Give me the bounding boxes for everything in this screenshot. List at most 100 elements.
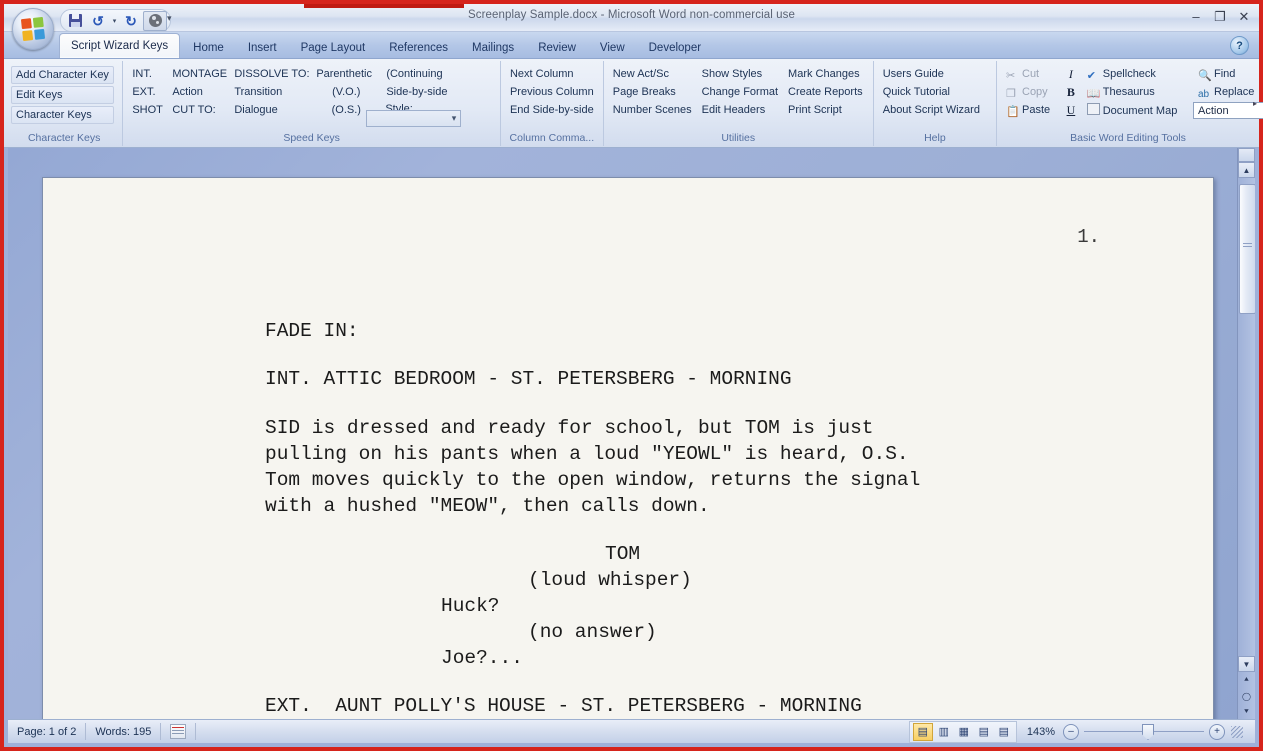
- button-int[interactable]: INT.: [127, 65, 167, 83]
- script-line-dialogue: Joe?...: [441, 647, 523, 669]
- button-create-reports[interactable]: Create Reports: [783, 83, 869, 101]
- button-voice-over[interactable]: (V.O.): [311, 83, 381, 101]
- button-users-guide[interactable]: Users Guide: [878, 65, 985, 83]
- group-label-speed-keys: Speed Keys: [283, 132, 340, 144]
- window-title: Screenplay Sample.docx - Microsoft Word …: [467, 9, 796, 21]
- document-text[interactable]: 1. FADE IN: INT. ATTIC BEDROOM - ST. PET…: [43, 178, 1213, 720]
- button-add-character-key[interactable]: Add Character Key: [11, 66, 114, 84]
- button-edit-headers[interactable]: Edit Headers: [697, 101, 783, 119]
- button-cut[interactable]: ✂ Cut: [1001, 65, 1060, 83]
- close-button[interactable]: ✕: [1235, 8, 1253, 24]
- next-page-button[interactable]: ⯆: [1238, 704, 1255, 720]
- script-line-parenthetical: (no answer): [528, 621, 657, 643]
- button-new-act-sc[interactable]: New Act/Sc: [608, 65, 697, 83]
- button-mark-changes[interactable]: Mark Changes: [783, 65, 869, 83]
- help-icon[interactable]: ?: [1230, 36, 1249, 55]
- zoom-in-button[interactable]: +: [1209, 723, 1225, 740]
- button-next-column[interactable]: Next Column: [505, 65, 599, 83]
- button-find[interactable]: 🔍 Find: [1193, 65, 1255, 83]
- button-end-side-by-side[interactable]: End Side-by-side: [505, 101, 599, 119]
- button-side-by-side[interactable]: Side-by-side: [381, 83, 481, 101]
- scroll-up-button[interactable]: ▲: [1238, 162, 1255, 178]
- button-change-format[interactable]: Change Format: [697, 83, 783, 101]
- button-about-script-wizard[interactable]: About Script Wizard: [878, 101, 985, 119]
- tab-references[interactable]: References: [378, 37, 459, 58]
- button-action[interactable]: Action: [167, 83, 229, 101]
- button-continuing[interactable]: (Continuing: [381, 65, 481, 83]
- button-number-scenes[interactable]: Number Scenes: [608, 101, 697, 119]
- status-proofing-indicator[interactable]: [161, 723, 197, 740]
- undo-dropdown-button[interactable]: ▾: [110, 12, 119, 30]
- previous-page-button[interactable]: ⯅: [1238, 672, 1255, 688]
- paint-icon: [148, 14, 162, 27]
- tab-page-layout[interactable]: Page Layout: [290, 37, 377, 58]
- red-border-accent: [304, 4, 464, 8]
- view-draft-button[interactable]: ▤: [995, 724, 1013, 740]
- view-print-layout-button[interactable]: ▤: [912, 722, 933, 741]
- tab-script-wizard-keys[interactable]: Script Wizard Keys: [59, 33, 181, 58]
- button-shot[interactable]: SHOT: [127, 101, 167, 119]
- button-character-keys[interactable]: Character Keys: [11, 106, 114, 124]
- zoom-out-button[interactable]: –: [1063, 723, 1079, 740]
- button-dissolve-to[interactable]: DISSOLVE TO:: [229, 65, 311, 83]
- office-logo-icon: [20, 16, 46, 42]
- button-quick-tutorial[interactable]: Quick Tutorial: [878, 83, 985, 101]
- button-copy[interactable]: ❐ Copy: [1001, 83, 1060, 101]
- zoom-slider-track[interactable]: [1084, 724, 1204, 740]
- save-button[interactable]: [64, 12, 86, 30]
- button-bold[interactable]: B: [1062, 83, 1080, 101]
- office-button[interactable]: [12, 8, 54, 50]
- button-replace[interactable]: ab Replace: [1193, 83, 1255, 102]
- group-label-column-commands: Column Comma...: [509, 132, 595, 144]
- tab-insert[interactable]: Insert: [237, 37, 288, 58]
- button-previous-column[interactable]: Previous Column: [505, 83, 599, 101]
- tab-review[interactable]: Review: [527, 37, 587, 58]
- tab-view[interactable]: View: [589, 37, 636, 58]
- undo-button[interactable]: ↺: [87, 12, 109, 30]
- button-show-styles[interactable]: Show Styles: [697, 65, 783, 83]
- view-web-layout-button[interactable]: ▦: [955, 724, 973, 740]
- button-page-breaks[interactable]: Page Breaks: [608, 83, 697, 101]
- zoom-slider[interactable]: – +: [1063, 723, 1225, 740]
- scrollbar-thumb[interactable]: [1239, 184, 1255, 314]
- zoom-level-label[interactable]: 143%: [1027, 726, 1055, 738]
- button-edit-keys[interactable]: Edit Keys: [11, 86, 114, 104]
- tab-mailings[interactable]: Mailings: [461, 37, 525, 58]
- view-outline-button[interactable]: ▤: [975, 724, 993, 740]
- maximize-button[interactable]: ❐: [1211, 8, 1229, 24]
- document-page[interactable]: 1. FADE IN: INT. ATTIC BEDROOM - ST. PET…: [42, 177, 1214, 720]
- button-thesaurus[interactable]: 📖 Thesaurus: [1082, 83, 1193, 101]
- view-full-screen-reading-button[interactable]: ▥: [935, 724, 953, 740]
- vertical-scrollbar[interactable]: ▲ ▼ ⯅ ◯ ⯆: [1237, 148, 1255, 720]
- style-dropdown[interactable]: ▾: [366, 110, 462, 127]
- button-montage[interactable]: MONTAGE: [167, 65, 229, 83]
- save-icon: [68, 14, 82, 27]
- scroll-down-button[interactable]: ▼: [1238, 656, 1255, 672]
- status-word-count[interactable]: Words: 195: [86, 723, 162, 740]
- ribbon-group-help: Users Guide Quick Tutorial About Script …: [874, 61, 997, 146]
- ribbon-overflow-button[interactable]: ▸: [1253, 99, 1257, 108]
- button-parenthetic[interactable]: Parenthetic: [311, 65, 381, 83]
- zoom-slider-thumb[interactable]: [1142, 724, 1154, 740]
- tab-developer[interactable]: Developer: [638, 37, 712, 58]
- button-ext[interactable]: EXT.: [127, 83, 167, 101]
- resize-grip-icon[interactable]: [1231, 725, 1243, 738]
- status-page-indicator[interactable]: Page: 1 of 2: [8, 723, 87, 740]
- button-dialogue[interactable]: Dialogue: [229, 101, 311, 119]
- minimize-button[interactable]: –: [1187, 8, 1205, 24]
- button-cut-to[interactable]: CUT TO:: [167, 101, 229, 119]
- scissors-icon: ✂: [1006, 70, 1016, 82]
- select-browse-object-button[interactable]: ◯: [1238, 688, 1255, 704]
- button-italic[interactable]: I: [1064, 65, 1078, 83]
- format-painter-button[interactable]: [143, 10, 167, 31]
- button-spellcheck[interactable]: ✔ Spellcheck: [1082, 65, 1193, 83]
- redo-button[interactable]: ↻: [120, 12, 142, 30]
- button-underline[interactable]: U: [1062, 101, 1081, 119]
- button-transition[interactable]: Transition: [229, 83, 311, 101]
- button-document-map[interactable]: Document Map: [1082, 101, 1193, 120]
- customize-qat-button[interactable]: ▾: [167, 13, 172, 24]
- button-paste[interactable]: 📋 Paste: [1001, 101, 1060, 119]
- split-window-handle[interactable]: [1238, 148, 1255, 162]
- tab-home[interactable]: Home: [182, 37, 235, 58]
- button-print-script[interactable]: Print Script: [783, 101, 869, 119]
